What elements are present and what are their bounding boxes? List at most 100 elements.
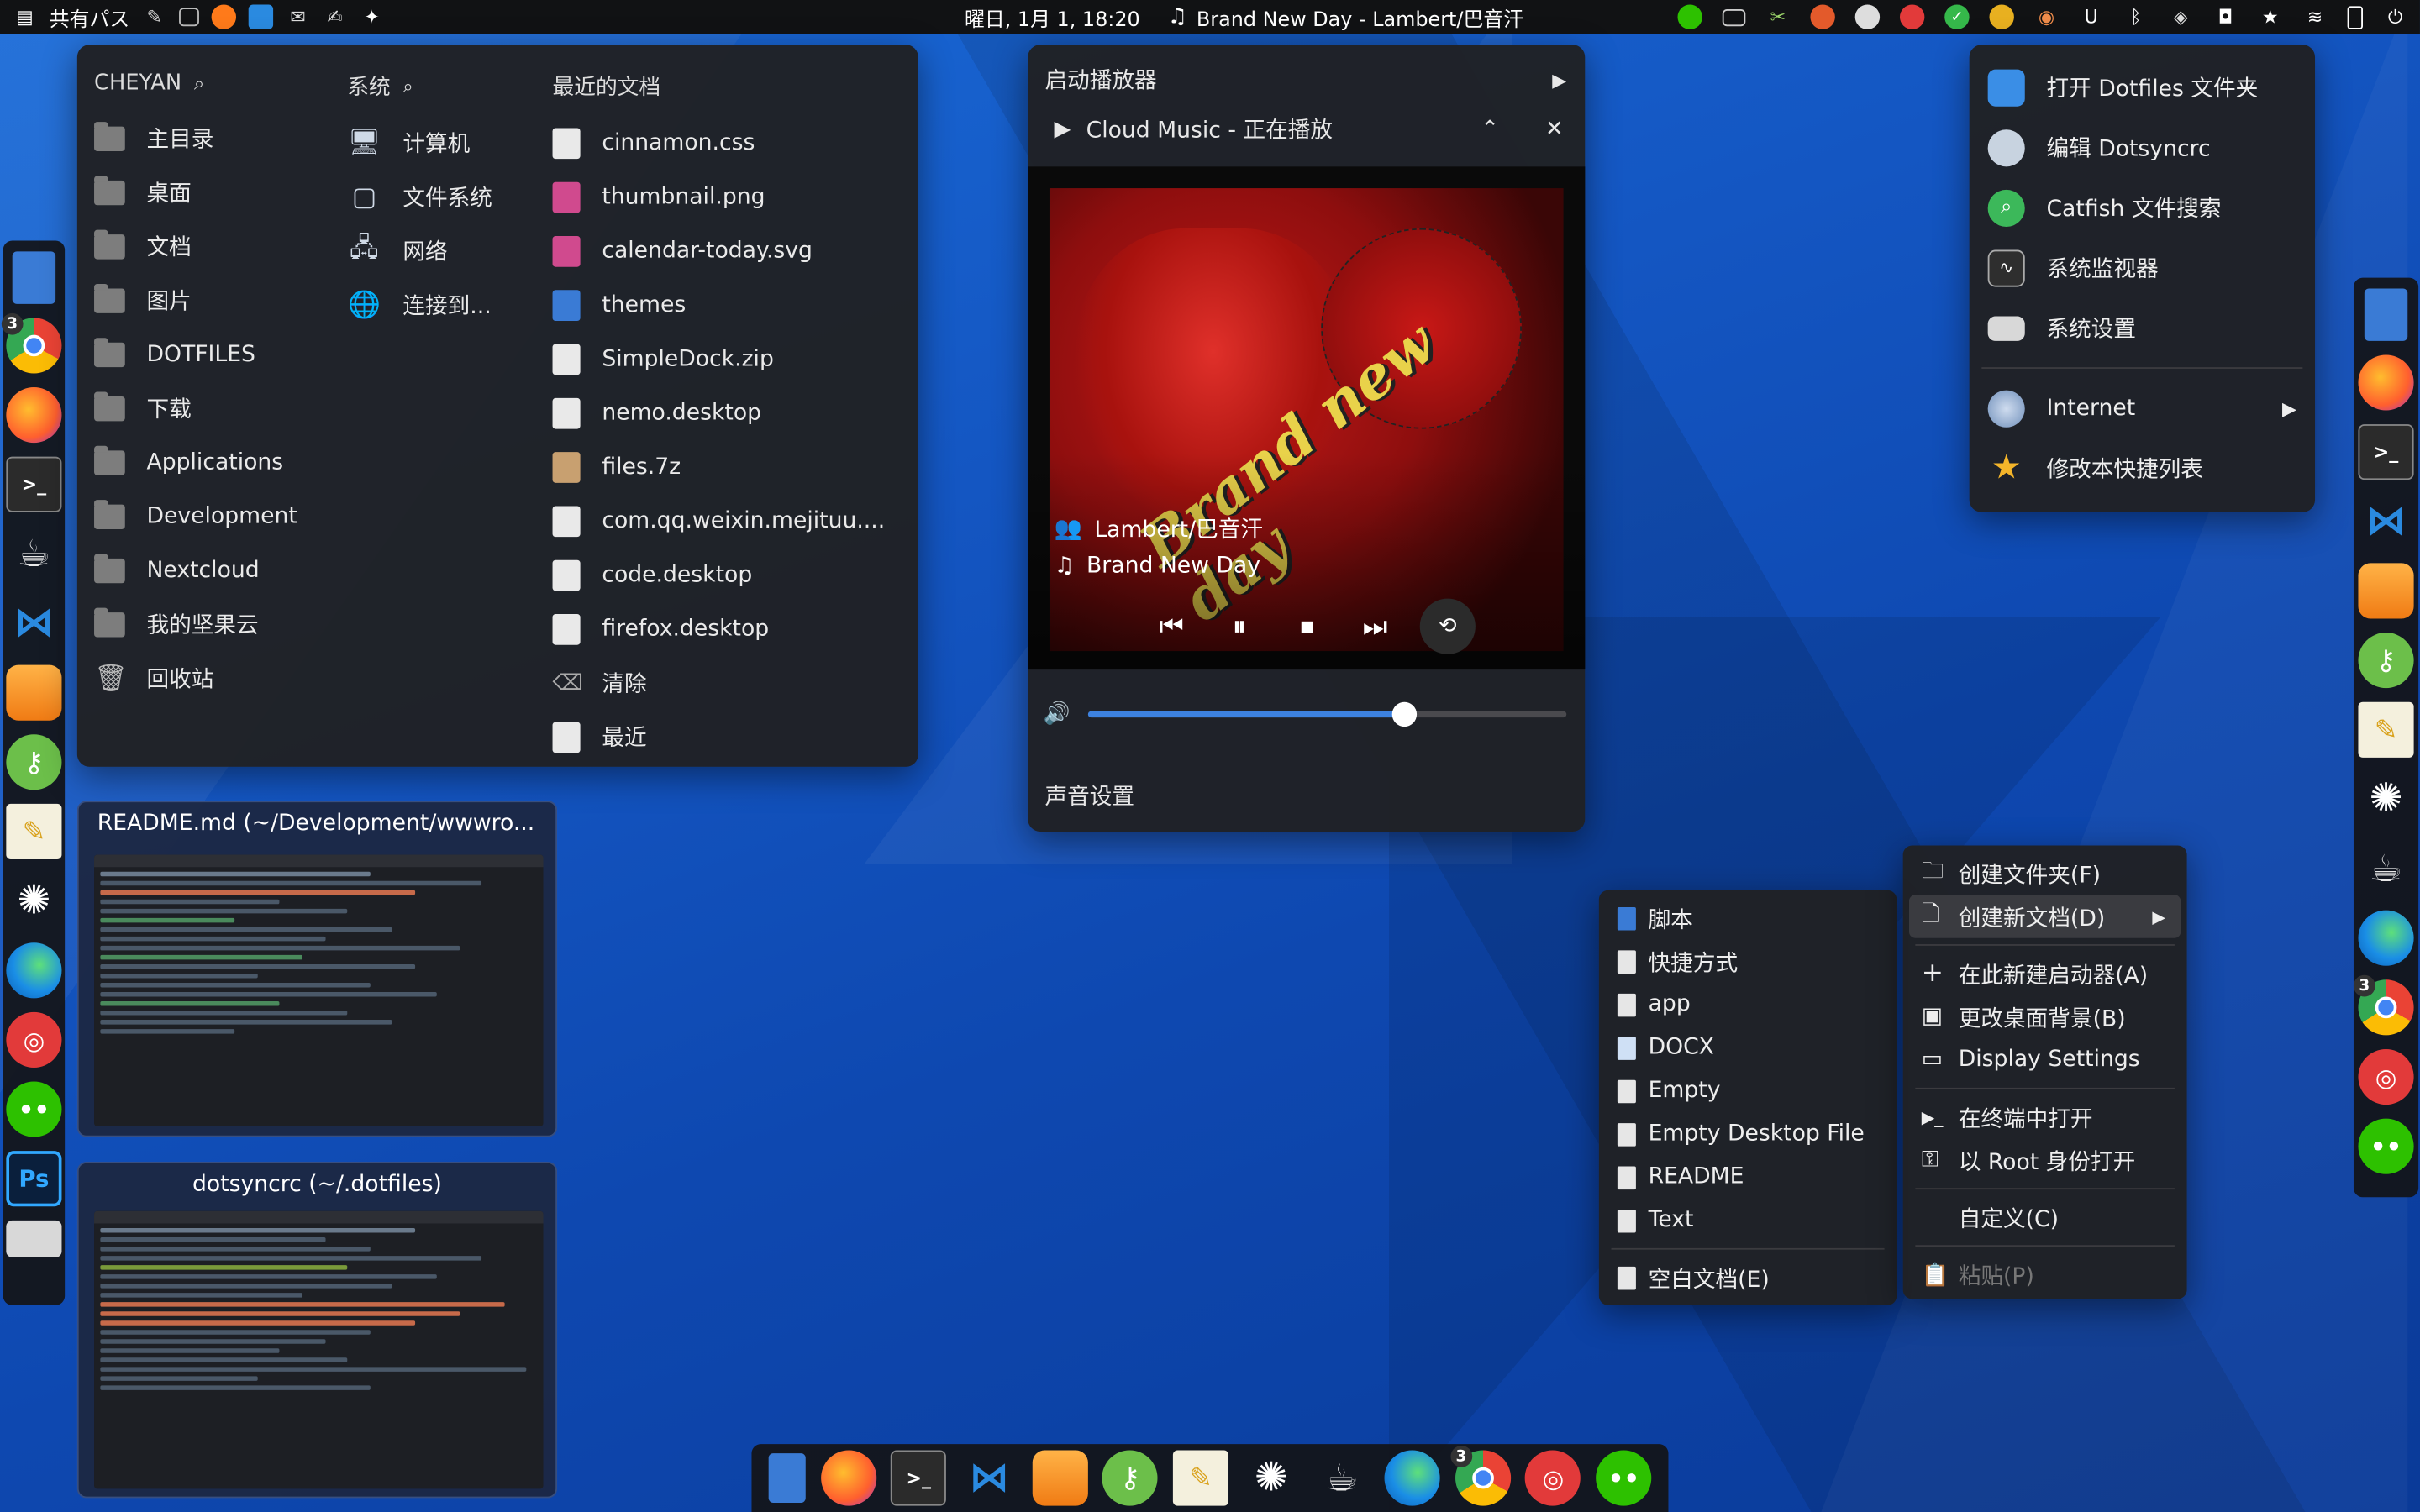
open-terminal-item[interactable]: ▶_ 在终端中打开 xyxy=(1903,1095,2187,1138)
edit-quicklist-item[interactable]: ★ 修改本快捷列表 xyxy=(1970,438,2315,499)
bookmark-item[interactable]: 主目录 xyxy=(94,111,341,165)
settings-icon[interactable] xyxy=(6,1220,62,1257)
photoshop-icon[interactable]: Ps xyxy=(6,1151,62,1207)
new-document-template-item[interactable]: Empty Desktop File xyxy=(1599,1112,1897,1155)
edit-dotsyncrc-item[interactable]: 编辑 Dotsyncrc xyxy=(1970,118,2315,178)
next-track-button[interactable]: ⏭ xyxy=(1352,603,1398,649)
create-folder-item[interactable]: 🗀 创建文件夹(F) xyxy=(1903,852,2187,895)
system-item[interactable]: 🖧 网络 xyxy=(347,223,579,277)
netease-music-icon[interactable]: ◎ xyxy=(2358,1048,2414,1105)
recent-file-item[interactable]: nemo.desktop xyxy=(552,386,908,439)
launch-player-label[interactable]: 启动播放器 xyxy=(1044,63,1156,96)
bluetooth-icon[interactable]: ᛒ xyxy=(2123,5,2148,29)
system-settings-item[interactable]: 系统设置 xyxy=(1970,297,2315,358)
firefox-icon[interactable] xyxy=(820,1450,876,1506)
mug-icon[interactable]: ☕ xyxy=(6,526,61,581)
vscode-icon[interactable]: ⋈ xyxy=(2358,494,2413,549)
open-dotfiles-item[interactable]: 打开 Dotfiles 文件夹 xyxy=(1970,57,2315,118)
nvidia-icon[interactable]: ◈ xyxy=(2169,5,2193,29)
search-icon[interactable]: ⌕ xyxy=(402,75,413,98)
chevron-up-icon[interactable]: ⌃ xyxy=(1481,117,1499,141)
chatgpt-icon[interactable]: ✺ xyxy=(2358,771,2413,827)
terminal-icon[interactable] xyxy=(179,8,199,27)
sound-settings-item[interactable]: 声音设置 xyxy=(1044,780,1134,812)
new-document-template-item[interactable]: Empty xyxy=(1599,1069,1897,1112)
edit-icon[interactable]: ✍ xyxy=(323,5,347,29)
keepass-icon[interactable]: ⚷ xyxy=(6,734,62,790)
sublime-icon[interactable] xyxy=(2358,563,2414,619)
bookmark-item[interactable]: Applications xyxy=(94,435,341,489)
clock[interactable]: 曜日, 1月 1, 18:20 xyxy=(965,3,1140,32)
system-monitor-item[interactable]: ∿ 系统监视器 xyxy=(1970,238,2315,298)
new-document-template-item[interactable]: Text xyxy=(1599,1199,1897,1242)
files-icon[interactable] xyxy=(768,1453,806,1503)
system-item[interactable]: 🌐 连接到... xyxy=(347,278,579,332)
screenshot-icon[interactable]: ✂ xyxy=(1765,5,1790,29)
catfish-search-item[interactable]: ⌕ Catfish 文件搜索 xyxy=(1970,177,2315,238)
stop-button[interactable]: ⏹ xyxy=(1284,603,1330,649)
mug-icon[interactable]: ☕ xyxy=(1314,1450,1370,1505)
places-icon[interactable]: ▤ xyxy=(13,5,37,29)
bookmark-item[interactable]: DOTFILES xyxy=(94,327,341,381)
mail-icon[interactable]: ✉ xyxy=(286,5,310,29)
bookmark-item[interactable]: Nextcloud xyxy=(94,543,341,597)
keepass-icon[interactable]: ⚷ xyxy=(1102,1450,1159,1506)
wechat-icon[interactable]: •• xyxy=(6,1081,62,1137)
bookmark-item[interactable]: 🗑 回收站 xyxy=(94,651,341,705)
flame-icon[interactable] xyxy=(1810,4,1835,29)
bookmark-item[interactable]: 图片 xyxy=(94,273,341,327)
power-icon[interactable]: ⏻ xyxy=(2383,5,2407,29)
bookmark-item[interactable]: Development xyxy=(94,489,341,543)
bookmark-item[interactable]: 文档 xyxy=(94,219,341,273)
bookmark-item[interactable]: 桌面 xyxy=(94,165,341,219)
terminal-icon[interactable]: >_ xyxy=(6,456,62,512)
mug-icon[interactable]: ☕ xyxy=(2358,841,2413,896)
recent-file-item[interactable]: cinnamon.css xyxy=(552,116,908,170)
repeat-button[interactable]: ⟲ xyxy=(1419,598,1476,654)
vscode-icon[interactable] xyxy=(248,4,274,29)
battery-icon[interactable] xyxy=(2347,5,2363,29)
update-icon[interactable] xyxy=(1989,4,2014,29)
recent-file-item[interactable]: files.7z xyxy=(552,439,908,493)
recent-file-item[interactable]: code.desktop xyxy=(552,548,908,601)
close-icon[interactable]: ✕ xyxy=(1545,117,1564,141)
new-document-template-item[interactable]: 脚本 xyxy=(1599,896,1897,939)
display-settings-item[interactable]: ▭ Display Settings xyxy=(1903,1038,2187,1081)
firefox-icon[interactable] xyxy=(211,4,237,29)
files-icon[interactable] xyxy=(12,251,56,304)
chrome-icon[interactable]: 3 xyxy=(1449,1445,1511,1506)
netease-music-icon[interactable]: ◎ xyxy=(6,1011,62,1068)
clear-recent-item[interactable]: ⌫ 清除 xyxy=(553,656,908,710)
new-document-template-item[interactable]: app xyxy=(1599,983,1897,1026)
firefox-icon[interactable] xyxy=(2358,354,2414,411)
firefox-icon[interactable] xyxy=(6,387,62,444)
magnet-icon[interactable]: U xyxy=(2079,5,2103,29)
bookmark-item[interactable]: 下载 xyxy=(94,381,341,435)
system-item[interactable]: ▢ 文件系统 xyxy=(347,170,579,223)
volume-slider[interactable] xyxy=(1088,701,1567,727)
new-document-template-item[interactable]: README xyxy=(1599,1156,1897,1199)
keyboard-icon[interactable] xyxy=(1722,8,1746,26)
edge-icon[interactable] xyxy=(6,942,62,999)
bookmark-item[interactable]: 我的坚果云 xyxy=(94,597,341,651)
previous-track-button[interactable]: ⏮ xyxy=(1149,603,1195,649)
text-editor-icon[interactable]: ✎ xyxy=(1172,1450,1228,1506)
window-preview-readme[interactable]: README.md (~/Development/wwwro... xyxy=(76,801,558,1137)
create-launcher-item[interactable]: + 在此新建启动器(A) xyxy=(1903,952,2187,995)
sparkle-icon[interactable]: ✦ xyxy=(360,5,384,29)
recent-item[interactable]: 最近 xyxy=(552,710,908,764)
terminal-icon[interactable]: >_ xyxy=(891,1450,947,1506)
volume-knob[interactable] xyxy=(1392,701,1417,727)
chatgpt-icon[interactable]: ✺ xyxy=(1244,1450,1299,1505)
sublime-icon[interactable] xyxy=(1032,1450,1088,1506)
chrome-icon[interactable]: 3 xyxy=(2353,974,2414,1036)
wechat-icon[interactable]: •• xyxy=(1596,1450,1652,1506)
camera-icon[interactable]: ◘ xyxy=(2213,5,2238,29)
recent-file-item[interactable]: themes xyxy=(552,278,908,332)
window-preview-dotsyncrc[interactable]: dotsyncrc (~/.dotfiles) xyxy=(76,1162,558,1499)
brush-icon[interactable]: ✎ xyxy=(142,5,166,29)
star-icon[interactable]: ★ xyxy=(2258,5,2282,29)
wechat-tray-icon[interactable] xyxy=(1677,4,1702,29)
recent-file-item[interactable]: calendar-today.svg xyxy=(552,223,908,277)
netease-music-icon[interactable]: ◎ xyxy=(1525,1450,1581,1506)
